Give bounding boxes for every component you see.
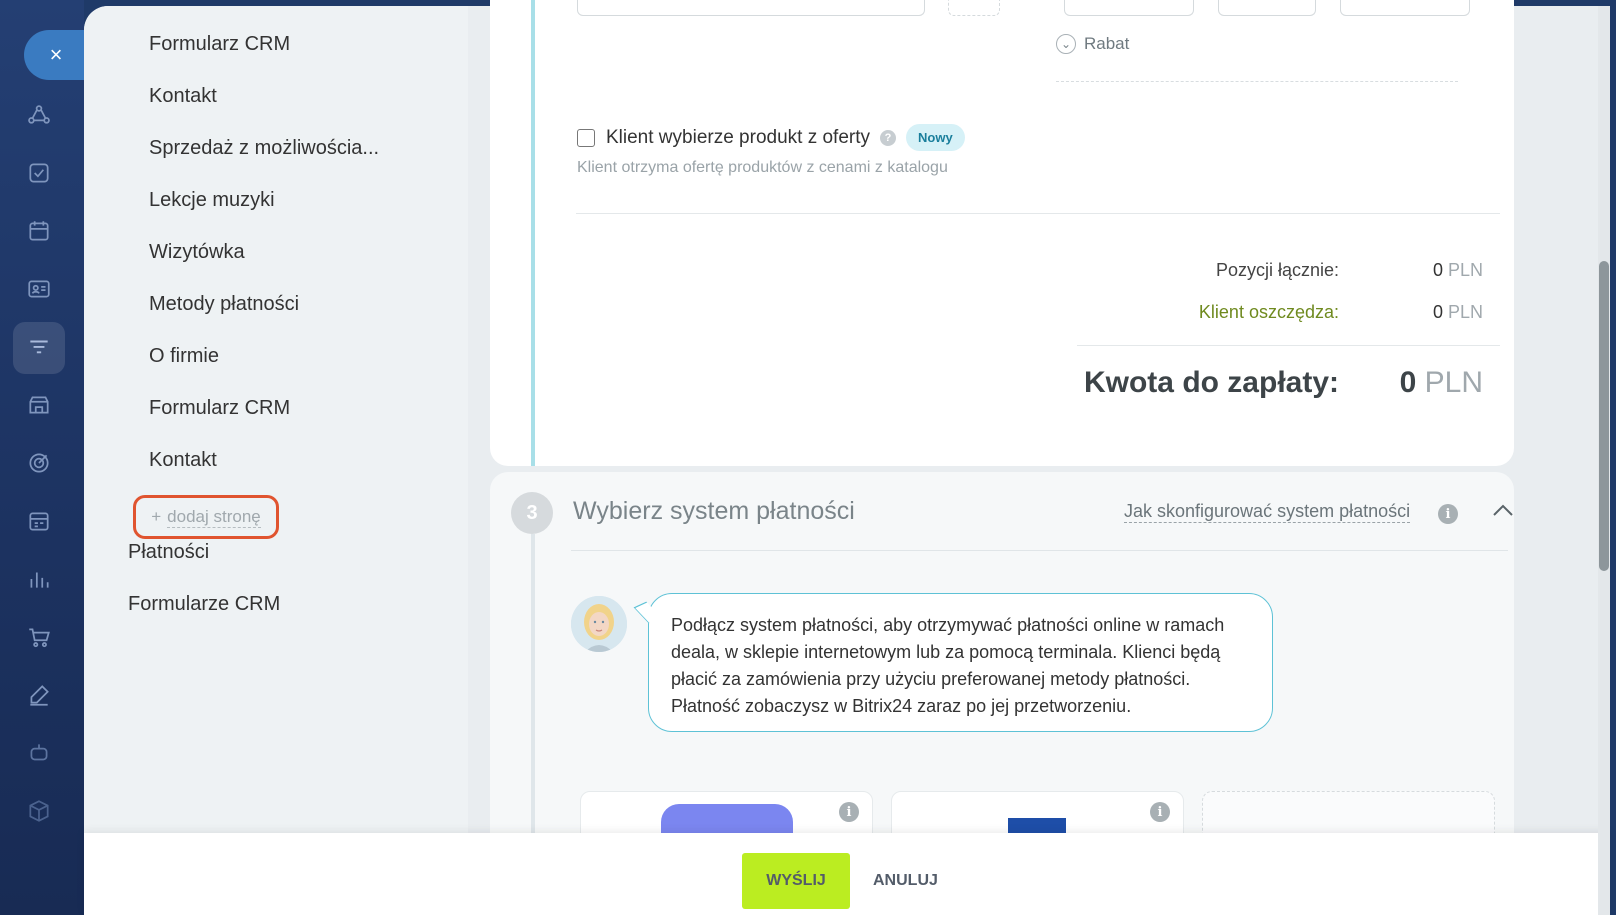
info-icon[interactable]: i bbox=[1150, 802, 1170, 822]
step-connector-line-lower bbox=[531, 534, 535, 834]
send-button[interactable]: WYŚLIJ bbox=[742, 853, 850, 909]
sum-input[interactable] bbox=[1340, 0, 1470, 16]
discount-label: Rabat bbox=[1084, 34, 1130, 53]
quantity-input[interactable] bbox=[1218, 0, 1316, 16]
close-icon: × bbox=[49, 42, 63, 67]
discount-toggle[interactable]: ⌄ Rabat bbox=[1056, 34, 1129, 54]
savings-value: 0 PLN bbox=[1432, 302, 1483, 322]
menu-item-music-lessons[interactable]: Lekcje muzyki bbox=[149, 189, 275, 212]
scrollbar-thumb[interactable] bbox=[1599, 261, 1609, 571]
client-choose-product-checkbox[interactable] bbox=[577, 128, 595, 147]
chevron-up-icon bbox=[1493, 504, 1513, 516]
product-name-input[interactable] bbox=[577, 0, 925, 16]
savings-label: Klient oszczędza: bbox=[1198, 302, 1339, 322]
assistant-avatar bbox=[571, 596, 627, 652]
menu-item-crm-form[interactable]: Formularz CRM bbox=[149, 33, 290, 56]
add-page-label: dodaj stronę bbox=[167, 506, 261, 528]
menu-section-payments[interactable]: Płatności bbox=[128, 541, 209, 564]
collapse-section-button[interactable] bbox=[1492, 496, 1514, 524]
contacts-card-icon[interactable] bbox=[22, 272, 56, 306]
analytics-icon[interactable] bbox=[22, 562, 56, 596]
sign-pen-icon[interactable] bbox=[22, 678, 56, 712]
step-title: Wybierz system płatności bbox=[573, 497, 855, 525]
summary-divider bbox=[576, 213, 1500, 214]
discount-divider bbox=[1056, 81, 1458, 82]
help-icon[interactable]: ? bbox=[880, 129, 897, 146]
menu-item-crm-form-2[interactable]: Formularz CRM bbox=[149, 397, 290, 420]
menu-item-contact-2[interactable]: Kontakt bbox=[149, 449, 217, 472]
menu-item-sales[interactable]: Sprzedaż z możliwościa... bbox=[149, 137, 379, 160]
client-choose-product-row: Klient wybierze produkt z oferty ? Nowy bbox=[577, 124, 965, 151]
chevron-down-icon: ⌄ bbox=[1056, 34, 1076, 54]
left-navigation-rail bbox=[0, 0, 84, 915]
sales-funnel-icon[interactable] bbox=[13, 322, 65, 374]
total-items-value: 0 PLN bbox=[1432, 260, 1483, 280]
target-icon[interactable] bbox=[22, 446, 56, 480]
menu-item-business-card[interactable]: Wizytówka bbox=[149, 241, 245, 264]
client-choose-product-hint: Klient otrzyma ofertę produktów z cenami… bbox=[577, 159, 948, 176]
close-slider-button[interactable]: × bbox=[24, 30, 88, 80]
product-image-slot[interactable] bbox=[948, 0, 1000, 16]
total-items-label: Pozycji łącznie: bbox=[1215, 260, 1339, 280]
info-icon[interactable]: i bbox=[839, 802, 859, 822]
new-badge: Nowy bbox=[906, 124, 965, 151]
client-choose-product-label: Klient wybierze produkt z oferty bbox=[606, 126, 871, 148]
step-connector-line bbox=[531, 0, 535, 466]
step-header-divider bbox=[571, 550, 1508, 551]
menu-section-crm-forms[interactable]: Formularze CRM bbox=[128, 593, 280, 616]
menu-item-payment-methods[interactable]: Metody płatności bbox=[149, 293, 299, 316]
payment-help-link[interactable]: Jak skonfigurować system płatności bbox=[1124, 501, 1411, 523]
cancel-button[interactable]: ANULUJ bbox=[873, 872, 938, 890]
store-icon[interactable] bbox=[22, 388, 56, 422]
price-input[interactable] bbox=[1064, 0, 1194, 16]
menu-item-contact[interactable]: Kontakt bbox=[149, 85, 217, 108]
menu-item-about-company[interactable]: O firmie bbox=[149, 345, 219, 368]
robot-icon[interactable] bbox=[22, 736, 56, 770]
step-number: 3 bbox=[511, 492, 553, 534]
summary-amount-due: Kwota do zapłaty: 0 PLN bbox=[1000, 366, 1483, 406]
site-pages-menu: Formularz CRM Kontakt Sprzedaż z możliwo… bbox=[84, 6, 468, 915]
assistant-message-bubble: Podłącz system płatności, aby otrzymywać… bbox=[648, 593, 1273, 732]
crm-icon[interactable] bbox=[22, 98, 56, 132]
tasks-icon[interactable] bbox=[22, 156, 56, 190]
box-icon[interactable] bbox=[22, 794, 56, 828]
plus-icon: + bbox=[151, 507, 162, 526]
calendar-icon[interactable] bbox=[22, 214, 56, 248]
amount-due-label: Kwota do zapłaty: bbox=[1083, 366, 1339, 399]
cart-icon[interactable] bbox=[22, 620, 56, 654]
total-divider bbox=[1077, 345, 1500, 346]
summary-total-items: Pozycji łącznie: 0 PLN bbox=[1000, 260, 1483, 286]
summary-savings: Klient oszczędza: 0 PLN bbox=[1000, 302, 1483, 328]
add-page-button[interactable]: + dodaj stronę bbox=[133, 495, 279, 539]
booking-icon[interactable] bbox=[22, 504, 56, 538]
info-icon[interactable]: i bbox=[1438, 504, 1458, 524]
amount-due-value: 0 PLN bbox=[1399, 366, 1483, 399]
